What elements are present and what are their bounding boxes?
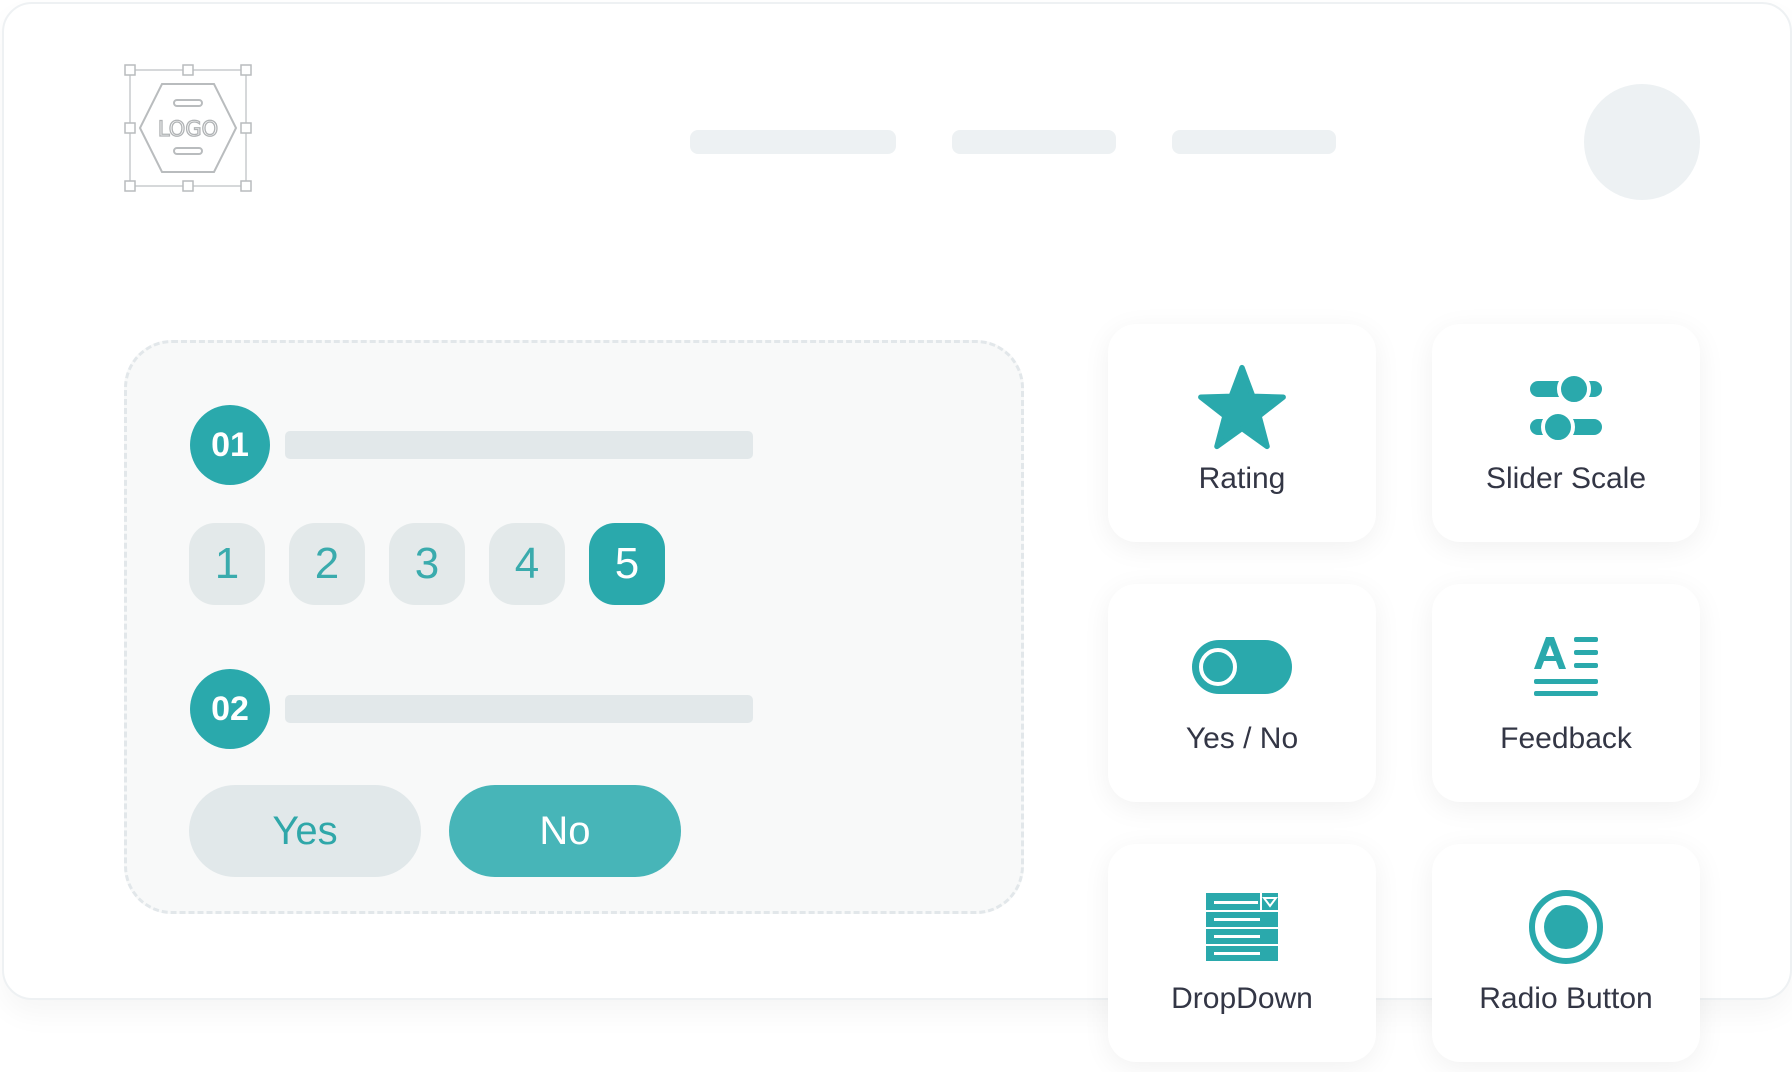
card-label: Radio Button — [1479, 982, 1653, 1015]
question-type-card-slider-scale[interactable]: Slider Scale — [1432, 324, 1700, 542]
toggle-icon — [1192, 640, 1292, 694]
radio-button-icon — [1529, 890, 1603, 964]
logo-placeholder: LOGO — [124, 64, 252, 192]
question-number-badge: 02 — [190, 669, 270, 749]
rating-option[interactable]: 2 — [289, 523, 365, 605]
rating-option[interactable]: 4 — [489, 523, 565, 605]
avatar[interactable] — [1584, 84, 1700, 200]
question-type-card-feedback[interactable]: Feedback — [1432, 584, 1700, 802]
question-type-card-yes-no[interactable]: Yes / No — [1108, 584, 1376, 802]
card-label: Feedback — [1500, 722, 1632, 755]
nav-link-placeholder-2[interactable] — [952, 130, 1116, 154]
question-type-card-radio-button[interactable]: Radio Button — [1432, 844, 1700, 1062]
question-number-badge: 01 — [190, 405, 270, 485]
nav-link-placeholder-1[interactable] — [690, 130, 896, 154]
app-window: LOGO 01 1 2 3 4 5 02 Yes No Rating Slide… — [2, 2, 1792, 1062]
question-text-placeholder — [285, 431, 753, 459]
card-label: DropDown — [1171, 982, 1313, 1015]
yes-button[interactable]: Yes — [189, 785, 421, 877]
rating-option[interactable]: 1 — [189, 523, 265, 605]
card-label: Rating — [1198, 462, 1286, 495]
rating-option[interactable]: 3 — [389, 523, 465, 605]
star-icon — [1198, 364, 1286, 450]
no-button[interactable]: No — [449, 785, 681, 877]
logo-text: LOGO — [158, 117, 218, 141]
card-label: Yes / No — [1185, 722, 1299, 755]
slider-scale-icon — [1530, 372, 1602, 444]
card-label: Slider Scale — [1485, 462, 1647, 495]
question-type-card-dropdown[interactable]: DropDown — [1108, 844, 1376, 1062]
dropdown-list-icon — [1206, 893, 1278, 961]
survey-form-panel: 01 1 2 3 4 5 02 Yes No — [124, 340, 1024, 914]
question-text-placeholder — [285, 695, 753, 723]
rating-option-selected[interactable]: 5 — [589, 523, 665, 605]
feedback-text-icon — [1534, 637, 1598, 696]
question-type-card-rating[interactable]: Rating — [1108, 324, 1376, 542]
nav-link-placeholder-3[interactable] — [1172, 130, 1336, 154]
